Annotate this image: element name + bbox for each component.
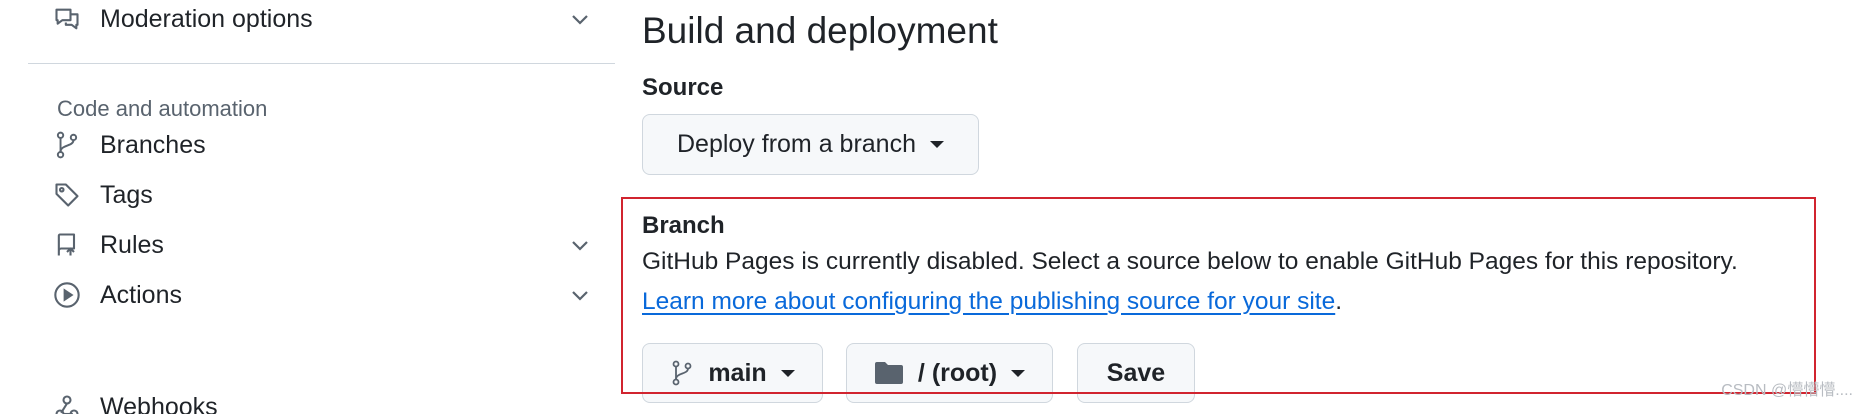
source-selected-value: Deploy from a branch [676,130,916,158]
sidebar-item-label: Branches [100,130,206,159]
caret-down-icon [1011,369,1026,377]
sidebar-item-webhooks[interactable]: Webhooks [52,385,592,414]
link-suffix: . [1335,288,1343,315]
webhook-icon [52,392,82,414]
sidebar-section-title: Code and automation [57,96,268,121]
main-content: Build and deployment Source Deploy from … [640,0,1863,414]
caret-down-icon [780,369,795,377]
settings-page: Moderation options Code and automation B… [0,0,1863,414]
learn-more-line: Learn more about configuring the publish… [642,288,1342,316]
folder-select-button[interactable]: / (root) [846,343,1053,403]
sidebar-item-branches[interactable]: Branches [52,123,592,167]
chevron-down-icon[interactable] [568,283,592,307]
source-dropdown-button[interactable]: Deploy from a branch [642,114,979,175]
section-heading: Build and deployment [642,10,998,51]
branch-select-value: main [708,358,767,387]
caret-down-icon [930,141,944,148]
sidebar-item-actions[interactable]: Actions [52,273,592,317]
sidebar-item-rules[interactable]: Rules [52,223,592,267]
sidebar-item-label: Actions [100,280,182,309]
learn-more-link[interactable]: Learn more about configuring the publish… [642,288,1335,315]
git-branch-icon [670,360,694,386]
settings-sidebar: Moderation options Code and automation B… [0,0,615,414]
sidebar-item-label: Rules [100,230,164,259]
sidebar-item-moderation-options[interactable]: Moderation options [52,0,592,41]
git-branch-icon [52,130,82,160]
source-label: Source [642,74,724,101]
sidebar-item-label: Moderation options [100,4,313,33]
chevron-down-icon[interactable] [568,7,592,31]
folder-icon [874,360,904,386]
folder-select-value: / (root) [917,358,998,387]
watermark: CSDN @懵懵懵.... [1721,382,1853,399]
sidebar-item-label: Webhooks [100,392,218,414]
branch-description: GitHub Pages is currently disabled. Sele… [642,248,1738,275]
repo-push-icon [52,230,82,260]
save-button[interactable]: Save [1077,343,1195,403]
sidebar-item-tags[interactable]: Tags [52,173,592,217]
sidebar-divider [28,63,615,64]
sidebar-item-label: Tags [100,180,153,209]
tag-icon [52,180,82,210]
branch-select-button[interactable]: main [642,343,823,403]
branch-label: Branch [642,212,725,239]
comment-discussion-icon [52,4,82,34]
chevron-down-icon[interactable] [568,233,592,257]
play-icon [52,280,82,310]
